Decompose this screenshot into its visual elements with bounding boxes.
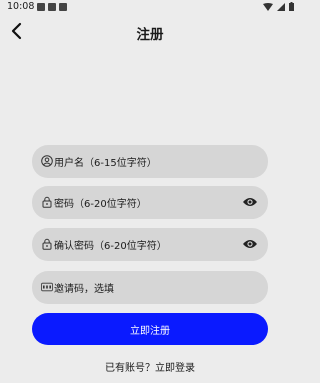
register-button[interactable]: 立即注册	[32, 313, 268, 345]
invite-code-field[interactable]: 邀请码，选填	[32, 271, 268, 304]
app-notification-icon	[59, 3, 67, 11]
confirm-password-placeholder: 确认密码（6-20位字符）	[54, 241, 167, 252]
wifi-icon	[263, 2, 273, 11]
confirm-password-field[interactable]: 确认密码（6-20位字符）	[32, 228, 268, 261]
username-field[interactable]: 用户名（6-15位字符）	[32, 145, 268, 178]
password-placeholder: 密码（6-20位字符）	[54, 199, 147, 210]
page-title: 注册	[136, 27, 164, 43]
lock-icon	[42, 196, 52, 208]
notification-icons	[37, 3, 67, 11]
eye-icon[interactable]	[242, 196, 258, 208]
password-field[interactable]: 密码（6-20位字符）	[32, 186, 268, 219]
abc-icon	[41, 282, 53, 292]
status-bar: 10:08	[0, 0, 300, 14]
battery-icon	[289, 2, 294, 11]
register-button-label: 立即注册	[130, 325, 170, 337]
settings-notification-icon	[37, 3, 45, 11]
app-bar: 注册	[0, 14, 300, 50]
status-time: 10:08	[7, 1, 35, 12]
login-link[interactable]: 已有账号？立即登录	[0, 359, 300, 374]
user-icon	[41, 155, 53, 167]
lock-icon	[42, 238, 52, 250]
eye-icon[interactable]	[242, 238, 258, 250]
invite-code-placeholder: 邀请码，选填	[54, 284, 114, 295]
system-icons	[263, 2, 294, 11]
image-notification-icon	[48, 3, 56, 11]
signal-icon	[277, 2, 285, 11]
username-placeholder: 用户名（6-15位字符）	[54, 158, 157, 169]
